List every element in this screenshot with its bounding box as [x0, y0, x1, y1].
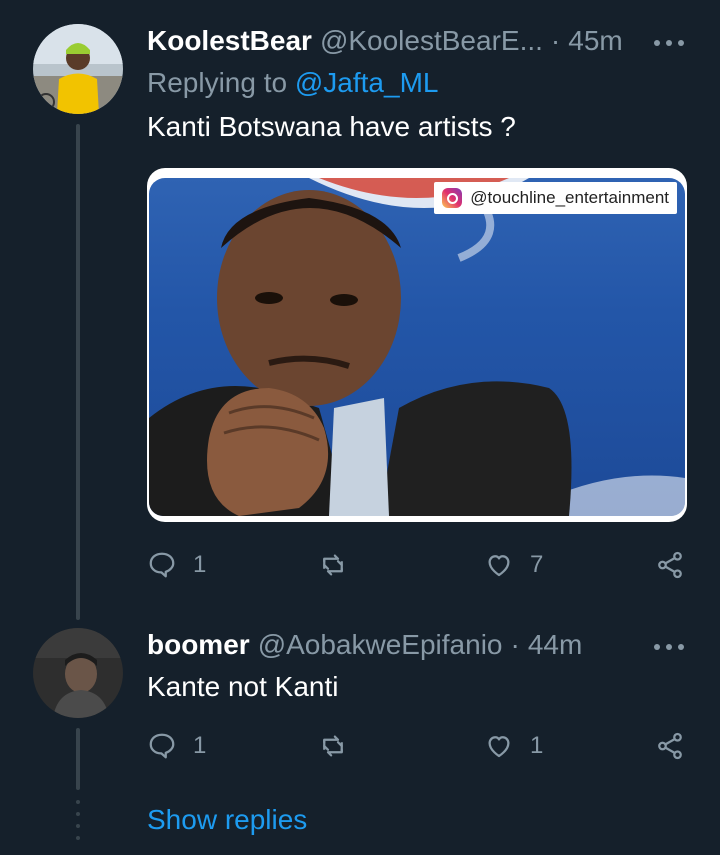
mention-link[interactable]: @Jafta_ML: [295, 67, 439, 98]
more-icon[interactable]: [654, 637, 684, 657]
tweet-header: boomer @AobakweEpifanio · 44m: [147, 628, 582, 662]
tweet[interactable]: boomer @AobakweEpifanio · 44m Kante not …: [0, 620, 720, 790]
thread-continuation-dots: [76, 800, 80, 840]
share-icon: [658, 732, 682, 760]
separator: ·: [510, 629, 520, 660]
retweet-button[interactable]: [318, 550, 364, 580]
retweet-icon: [323, 554, 343, 576]
reply-count: 1: [193, 732, 207, 759]
tweet[interactable]: KoolestBear @KoolestBearE... · 45m Reply…: [0, 0, 720, 620]
like-count: 1: [530, 732, 544, 759]
instagram-icon: [442, 188, 463, 208]
avatar[interactable]: [33, 24, 123, 114]
thread-line: [76, 124, 80, 620]
retweet-icon: [323, 735, 343, 757]
reply-count: 1: [193, 551, 207, 578]
show-replies-link[interactable]: Show replies: [147, 803, 307, 837]
avatar[interactable]: [33, 628, 123, 718]
like-button[interactable]: 7: [484, 550, 543, 580]
watermark-text: @touchline_entertainment: [470, 188, 669, 207]
like-count: 7: [530, 551, 544, 578]
tweet-text: Kanti Botswana have artists ?: [147, 111, 516, 142]
display-name[interactable]: KoolestBear: [147, 24, 312, 58]
share-button[interactable]: [655, 731, 685, 761]
replying-to: Replying to @Jafta_ML: [147, 66, 438, 100]
display-name[interactable]: boomer: [147, 628, 250, 662]
like-button[interactable]: 1: [484, 731, 543, 761]
thread-line: [76, 728, 80, 790]
retweet-button[interactable]: [318, 731, 364, 761]
media-watermark: @touchline_entertainment: [434, 182, 677, 214]
tweet-text: Kante not Kanti: [147, 671, 339, 702]
media-photo[interactable]: @touchline_entertainment: [149, 178, 685, 516]
reply-icon: [149, 733, 175, 759]
reply-button[interactable]: 1: [147, 550, 206, 580]
share-button[interactable]: [655, 550, 685, 580]
separator: ·: [550, 25, 561, 56]
reply-button[interactable]: 1: [147, 731, 206, 761]
more-icon[interactable]: [654, 33, 684, 53]
share-icon: [658, 551, 682, 579]
timestamp[interactable]: 45m: [568, 24, 622, 58]
user-handle[interactable]: @AobakweEpifanio: [258, 628, 503, 662]
tweet-header: KoolestBear @KoolestBearE... · 45m: [147, 24, 623, 58]
replying-to-label: Replying to: [147, 67, 295, 98]
like-icon: [488, 736, 510, 758]
tweet-media[interactable]: @touchline_entertainment: [147, 168, 687, 522]
reply-icon: [149, 552, 175, 578]
user-handle[interactable]: @KoolestBearE...: [320, 24, 543, 58]
timestamp[interactable]: 44m: [528, 628, 582, 662]
like-icon: [488, 555, 510, 577]
